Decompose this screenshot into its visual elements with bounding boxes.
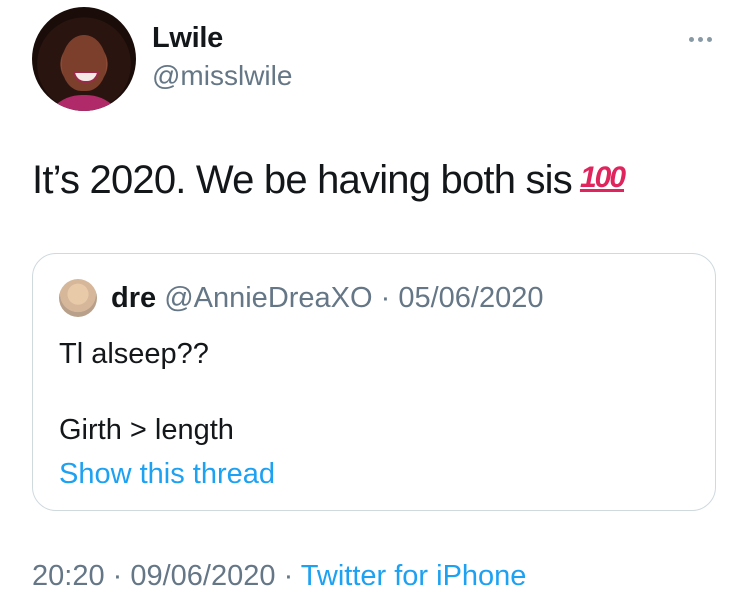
quoted-tweet-date: 05/06/2020 bbox=[398, 282, 544, 314]
quoted-author-avatar bbox=[59, 279, 97, 317]
quoted-tweet-header: dre @AnnieDreaXO · 05/06/2020 bbox=[111, 282, 544, 315]
tweet-footer: 20:20 · 09/06/2020 · Twitter for iPhone bbox=[32, 560, 526, 593]
quoted-text-line-2: Girth > length bbox=[59, 414, 234, 446]
meta-separator: · bbox=[372, 282, 399, 314]
tweet-time: 20:20 bbox=[32, 560, 105, 592]
quoted-tweet-card[interactable]: dre @AnnieDreaXO · 05/06/2020 Tl alseep?… bbox=[32, 253, 716, 511]
author-name[interactable]: Lwile bbox=[152, 22, 223, 55]
footer-dot: · bbox=[104, 560, 131, 592]
tweet-date: 09/06/2020 bbox=[130, 560, 276, 592]
quoted-text-line-1: Tl alseep?? bbox=[59, 338, 209, 370]
author-avatar[interactable] bbox=[32, 7, 136, 111]
footer-dot: · bbox=[275, 560, 301, 592]
author-handle[interactable]: @misslwile bbox=[152, 60, 292, 92]
more-dot bbox=[697, 36, 703, 42]
tweet-source-link[interactable]: Twitter for iPhone bbox=[301, 560, 527, 592]
tweet-text: It’s 2020. We be having both sis 100 bbox=[32, 158, 626, 203]
more-dot bbox=[688, 36, 694, 42]
quoted-author-handle: @AnnieDreaXO bbox=[164, 282, 373, 314]
quoted-author-name: dre bbox=[111, 282, 157, 314]
avatar-shirt bbox=[42, 95, 126, 111]
show-thread-link[interactable]: Show this thread bbox=[59, 458, 275, 491]
hundred-points-icon: 100 bbox=[579, 161, 626, 194]
more-options-icon[interactable] bbox=[683, 30, 717, 48]
more-dot bbox=[706, 36, 712, 42]
tweet-body: It’s 2020. We be having both sis bbox=[32, 158, 573, 202]
